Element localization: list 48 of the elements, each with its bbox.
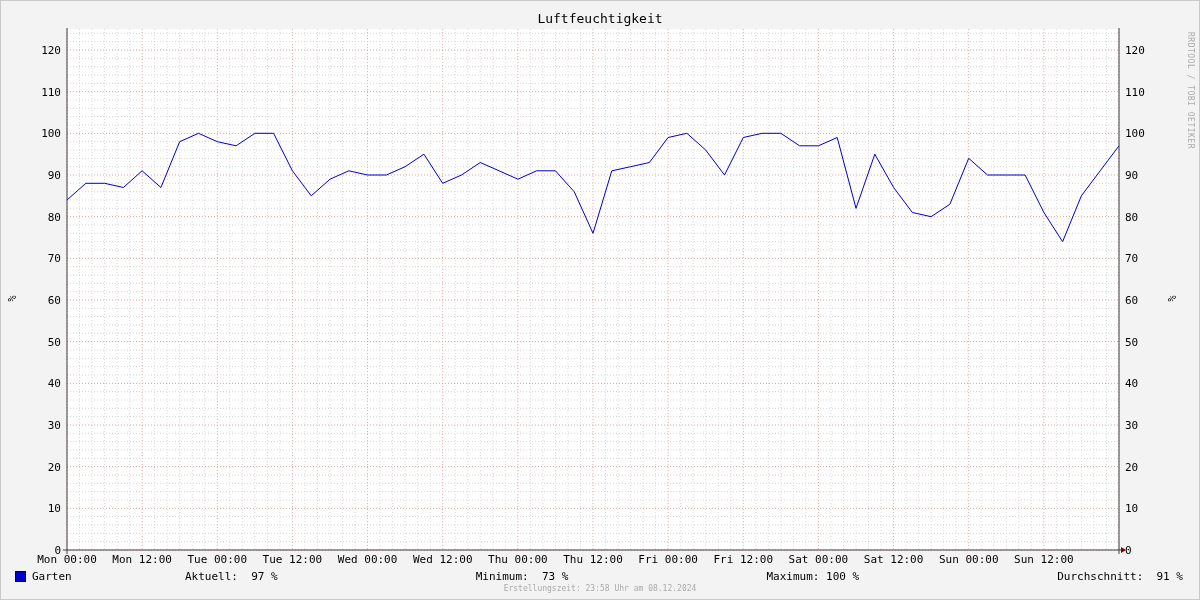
y-tick-label: 120 [41, 44, 61, 57]
y-tick-label: 110 [41, 85, 61, 99]
y-tick-label: 50 [47, 335, 61, 349]
x-tick-label: Sun 12:00 [1014, 553, 1074, 566]
stat-text: Aktuell: 97 % [185, 569, 278, 583]
x-tick-label: Fri 00:00 [638, 553, 698, 566]
y-tick-label: 30 [47, 419, 61, 432]
credit-text: RRDTOOL / TOBI OETIKER [1185, 32, 1195, 149]
x-tick-label: Sat 00:00 [788, 553, 849, 566]
y-tick-label: 0 [1125, 544, 1132, 557]
legend-label: Garten [32, 569, 72, 583]
y-tick-label: 80 [47, 210, 61, 224]
y-tick-label: 40 [47, 377, 61, 391]
stat-text: Maximum: 100 % [766, 569, 860, 583]
y-tick-label: 70 [47, 252, 61, 266]
timestamp-text: Erstellungszeit: 23:58 Uhr am 08.12.2024 [503, 584, 697, 593]
y-tick-label: 60 [1125, 294, 1139, 307]
x-tick-label: Thu 00:00 [488, 553, 548, 566]
y-tick-label: 90 [1125, 169, 1139, 182]
y-tick-label: 120 [1125, 44, 1145, 57]
y-tick-label: 70 [1125, 252, 1139, 266]
x-tick-label: Wed 12:00 [412, 553, 473, 566]
x-tick-label: Thu 12:00 [563, 553, 623, 566]
stat-text: Minimum: 73 % [475, 569, 569, 583]
y-axis-label: % [1165, 295, 1177, 301]
y-tick-label: 40 [1125, 377, 1139, 391]
x-tick-label: Tue 00:00 [187, 553, 248, 566]
y-tick-label: 50 [1125, 335, 1139, 349]
y-tick-label: 10 [47, 502, 61, 516]
x-tick-label: Wed 00:00 [337, 553, 398, 566]
y-tick-label: 90 [47, 169, 61, 182]
y-tick-label: 60 [47, 294, 61, 307]
y-tick-label: 30 [1125, 419, 1139, 432]
y-tick-label: 100 [41, 127, 61, 141]
stat-text: Durchschnitt: 91 % [1057, 569, 1183, 583]
chart-title: Luftfeuchtigkeit [537, 11, 663, 26]
x-tick-label: Sun 00:00 [938, 553, 999, 566]
y-tick-label: 80 [1125, 210, 1139, 224]
y-tick-label: 20 [1125, 460, 1139, 474]
x-tick-label: Tue 12:00 [262, 553, 323, 566]
y-axis-label: % [5, 295, 17, 301]
x-tick-label: Sat 12:00 [863, 553, 924, 566]
y-tick-label: 20 [47, 460, 61, 474]
x-tick-label: Fri 12:00 [713, 553, 774, 566]
y-tick-label: 110 [1125, 85, 1145, 99]
y-tick-label: 10 [1125, 502, 1139, 516]
y-tick-label: 100 [1125, 127, 1145, 141]
x-tick-label: Mon 12:00 [112, 553, 172, 566]
